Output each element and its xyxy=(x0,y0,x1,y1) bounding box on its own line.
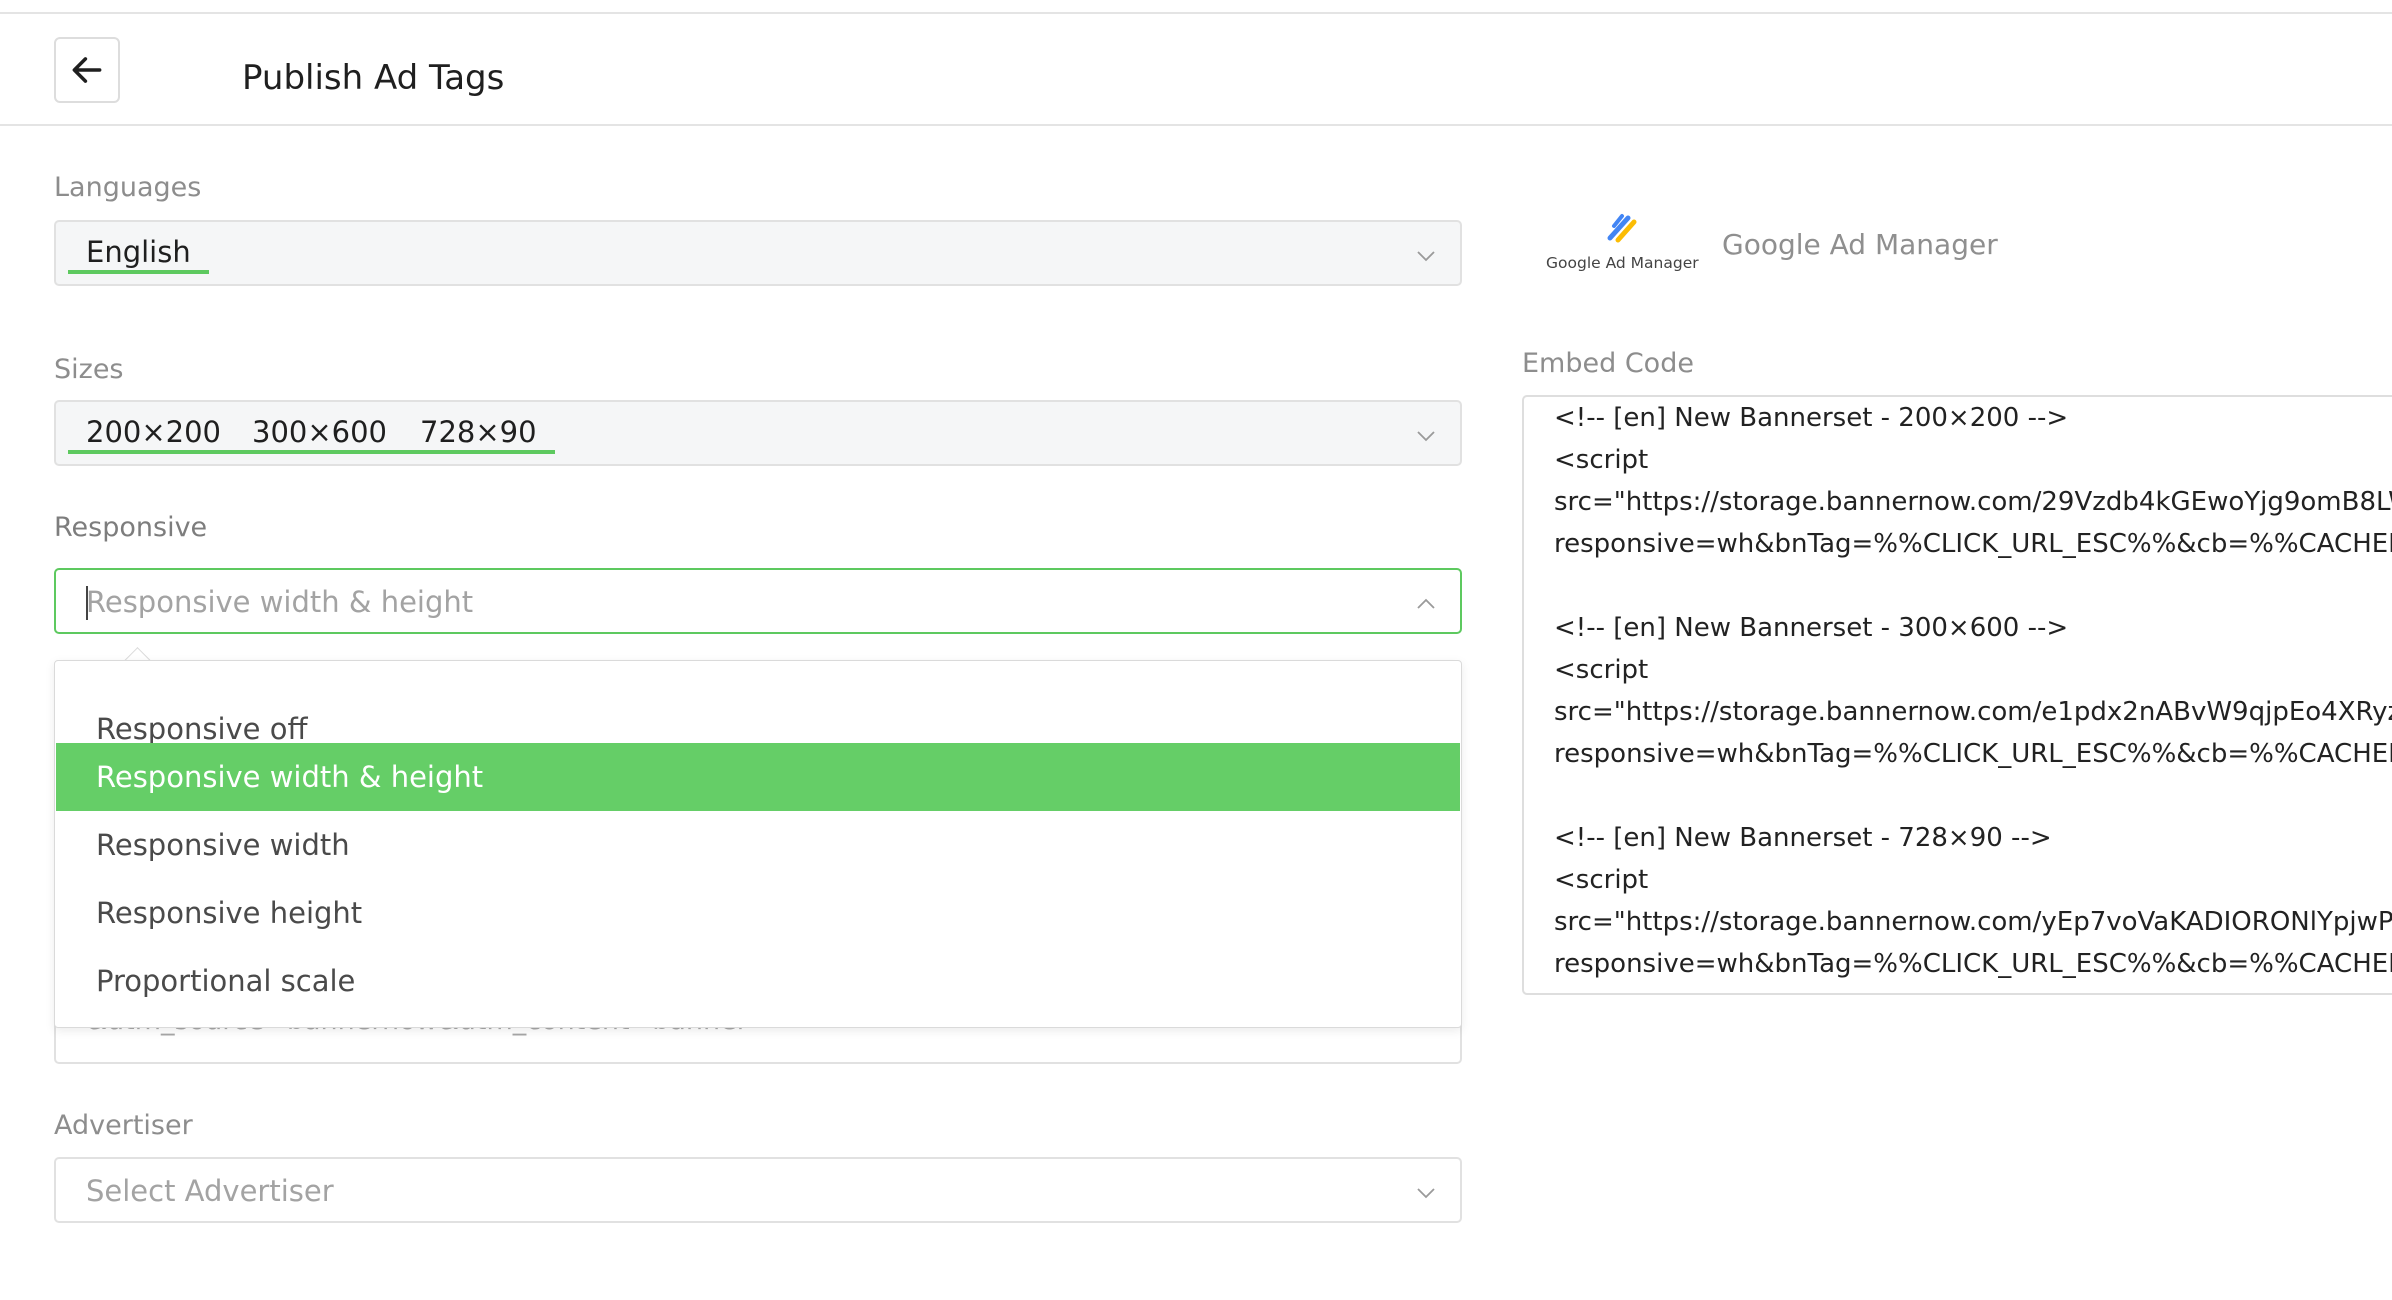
size-tag-300x600[interactable]: 300×600 xyxy=(234,412,406,454)
option-responsive-width-height[interactable]: Responsive width & height xyxy=(56,743,1460,811)
code-line: <script xyxy=(1554,865,1649,895)
code-line: src="https://storage.bannernow.com/e1pdx… xyxy=(1554,697,2392,727)
advertiser-label: Advertiser xyxy=(54,1110,193,1141)
code-line: <!-- [en] New Bannerset - 300×600 --> xyxy=(1554,613,2069,643)
sizes-select[interactable]: 200×200 300×600 728×90 xyxy=(54,400,1462,466)
code-line: responsive=wh&bnTag=%%CLICK_URL_ESC%%&cb… xyxy=(1554,949,2392,979)
code-line: src="https://storage.bannernow.com/29Vzd… xyxy=(1554,487,2392,517)
arrow-left-icon xyxy=(72,57,102,83)
chevron-down-icon[interactable] xyxy=(1414,424,1438,448)
top-divider xyxy=(0,12,2392,14)
chevron-down-icon[interactable] xyxy=(1414,1181,1438,1205)
option-responsive-width[interactable]: Responsive width xyxy=(56,811,1460,879)
code-line: <!-- [en] New Bannerset - 728×90 --> xyxy=(1554,823,2052,853)
code-line: src="https://storage.bannernow.com/yEp7v… xyxy=(1554,907,2392,937)
option-responsive-height[interactable]: Responsive height xyxy=(56,879,1460,947)
size-tag-200x200[interactable]: 200×200 xyxy=(68,412,240,454)
text-cursor xyxy=(86,586,88,620)
languages-label: Languages xyxy=(54,172,202,203)
responsive-select[interactable]: Responsive width & height xyxy=(54,568,1462,634)
responsive-dropdown-menu: Responsive off Responsive width & height… xyxy=(54,660,1462,1028)
page-title: Publish Ad Tags xyxy=(242,58,505,98)
integration-name: Google Ad Manager xyxy=(1722,228,1998,261)
chevron-up-icon[interactable] xyxy=(1414,592,1438,616)
embed-code-label: Embed Code xyxy=(1522,348,1694,379)
back-button[interactable] xyxy=(54,37,120,103)
option-proportional-scale[interactable]: Proportional scale xyxy=(56,947,1460,1015)
sizes-label: Sizes xyxy=(54,354,124,385)
code-line: responsive=wh&bnTag=%%CLICK_URL_ESC%%&cb… xyxy=(1554,739,2392,769)
code-line: <!-- [en] New Bannerset - 200×200 --> xyxy=(1554,403,2069,433)
advertiser-select[interactable]: Select Advertiser xyxy=(54,1157,1462,1223)
header-divider xyxy=(0,124,2392,126)
chevron-down-icon[interactable] xyxy=(1414,244,1438,268)
code-line: responsive=wh&bnTag=%%CLICK_URL_ESC%%&cb… xyxy=(1554,529,2392,559)
google-ad-manager-logo: Google Ad Manager xyxy=(1546,208,1699,278)
google-ad-manager-icon xyxy=(1607,214,1637,243)
embed-code-box[interactable]: <!-- [en] New Bannerset - 200×200 --> <s… xyxy=(1522,395,2392,995)
language-tag-english[interactable]: English xyxy=(68,232,209,274)
responsive-placeholder: Responsive width & height xyxy=(86,585,474,619)
code-line: <script xyxy=(1554,445,1649,475)
code-line: <script xyxy=(1554,655,1649,685)
google-ad-manager-logo-text: Google Ad Manager xyxy=(1546,254,1699,272)
advertiser-placeholder: Select Advertiser xyxy=(86,1174,334,1208)
responsive-label: Responsive xyxy=(54,512,208,543)
languages-select[interactable]: English xyxy=(54,220,1462,286)
size-tag-728x90[interactable]: 728×90 xyxy=(402,412,555,454)
